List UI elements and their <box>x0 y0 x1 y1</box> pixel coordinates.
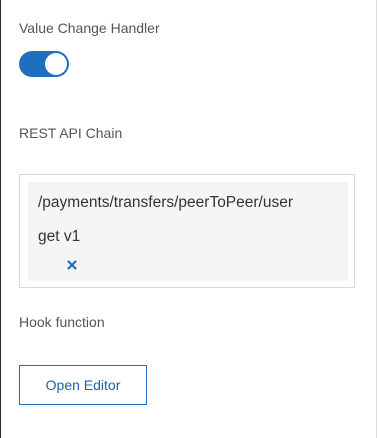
value-change-handler-toggle[interactable] <box>19 51 69 77</box>
api-path: /payments/transfers/peerToPeer/user <box>38 194 294 211</box>
open-editor-button[interactable]: Open Editor <box>19 365 147 405</box>
rest-api-chain-item: /payments/transfers/peerToPeer/user get … <box>28 182 348 281</box>
hook-function-label: Hook function <box>19 314 105 330</box>
rest-api-chain-list: /payments/transfers/peerToPeer/user get … <box>19 174 355 288</box>
rest-api-chain-label: REST API Chain <box>19 125 123 141</box>
toggle-knob <box>45 53 67 75</box>
properties-panel: Value Change Handler REST API Chain /pay… <box>0 0 377 438</box>
value-change-handler-label: Value Change Handler <box>19 20 160 36</box>
api-method: get v1 <box>38 228 81 245</box>
close-icon[interactable] <box>65 258 79 272</box>
